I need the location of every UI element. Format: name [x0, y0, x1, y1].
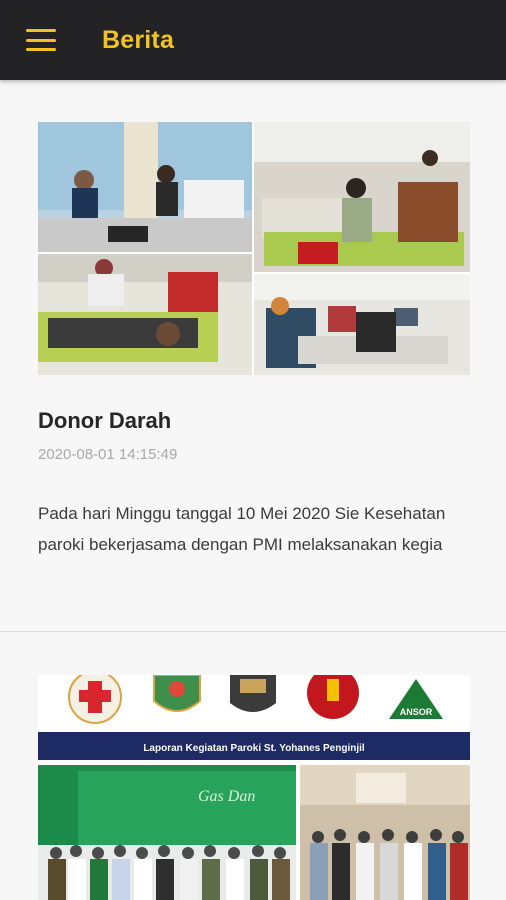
activity-report-banner-image: ANSOR Laporan Kegiatan Paroki St. Yohane…: [38, 675, 470, 900]
backdrop-text: Gas Dan: [198, 788, 255, 805]
blood-donation-collage-image: [38, 122, 470, 375]
page-title: Berita: [102, 25, 175, 54]
news-card[interactable]: ANSOR Laporan Kegiatan Paroki St. Yohane…: [0, 633, 506, 900]
hamburger-menu-icon[interactable]: [26, 29, 56, 51]
organization-logo: [68, 675, 122, 724]
news-title[interactable]: Donor Darah: [38, 408, 171, 434]
app-bar: Berita: [0, 0, 506, 80]
news-thumbnail[interactable]: [38, 122, 470, 375]
news-feed[interactable]: Donor Darah 2020-08-01 14:15:49 Pada har…: [0, 80, 506, 900]
ansor-logo-text: ANSOR: [400, 707, 433, 717]
news-excerpt: Pada hari Minggu tanggal 10 Mei 2020 Sie…: [38, 504, 446, 554]
news-date: 2020-08-01 14:15:49: [38, 446, 178, 463]
banner-caption: Laporan Kegiatan Paroki St. Yohanes Peng…: [143, 743, 365, 754]
news-thumbnail[interactable]: ANSOR Laporan Kegiatan Paroki St. Yohane…: [38, 675, 470, 900]
news-card[interactable]: Donor Darah 2020-08-01 14:15:49 Pada har…: [0, 80, 506, 632]
